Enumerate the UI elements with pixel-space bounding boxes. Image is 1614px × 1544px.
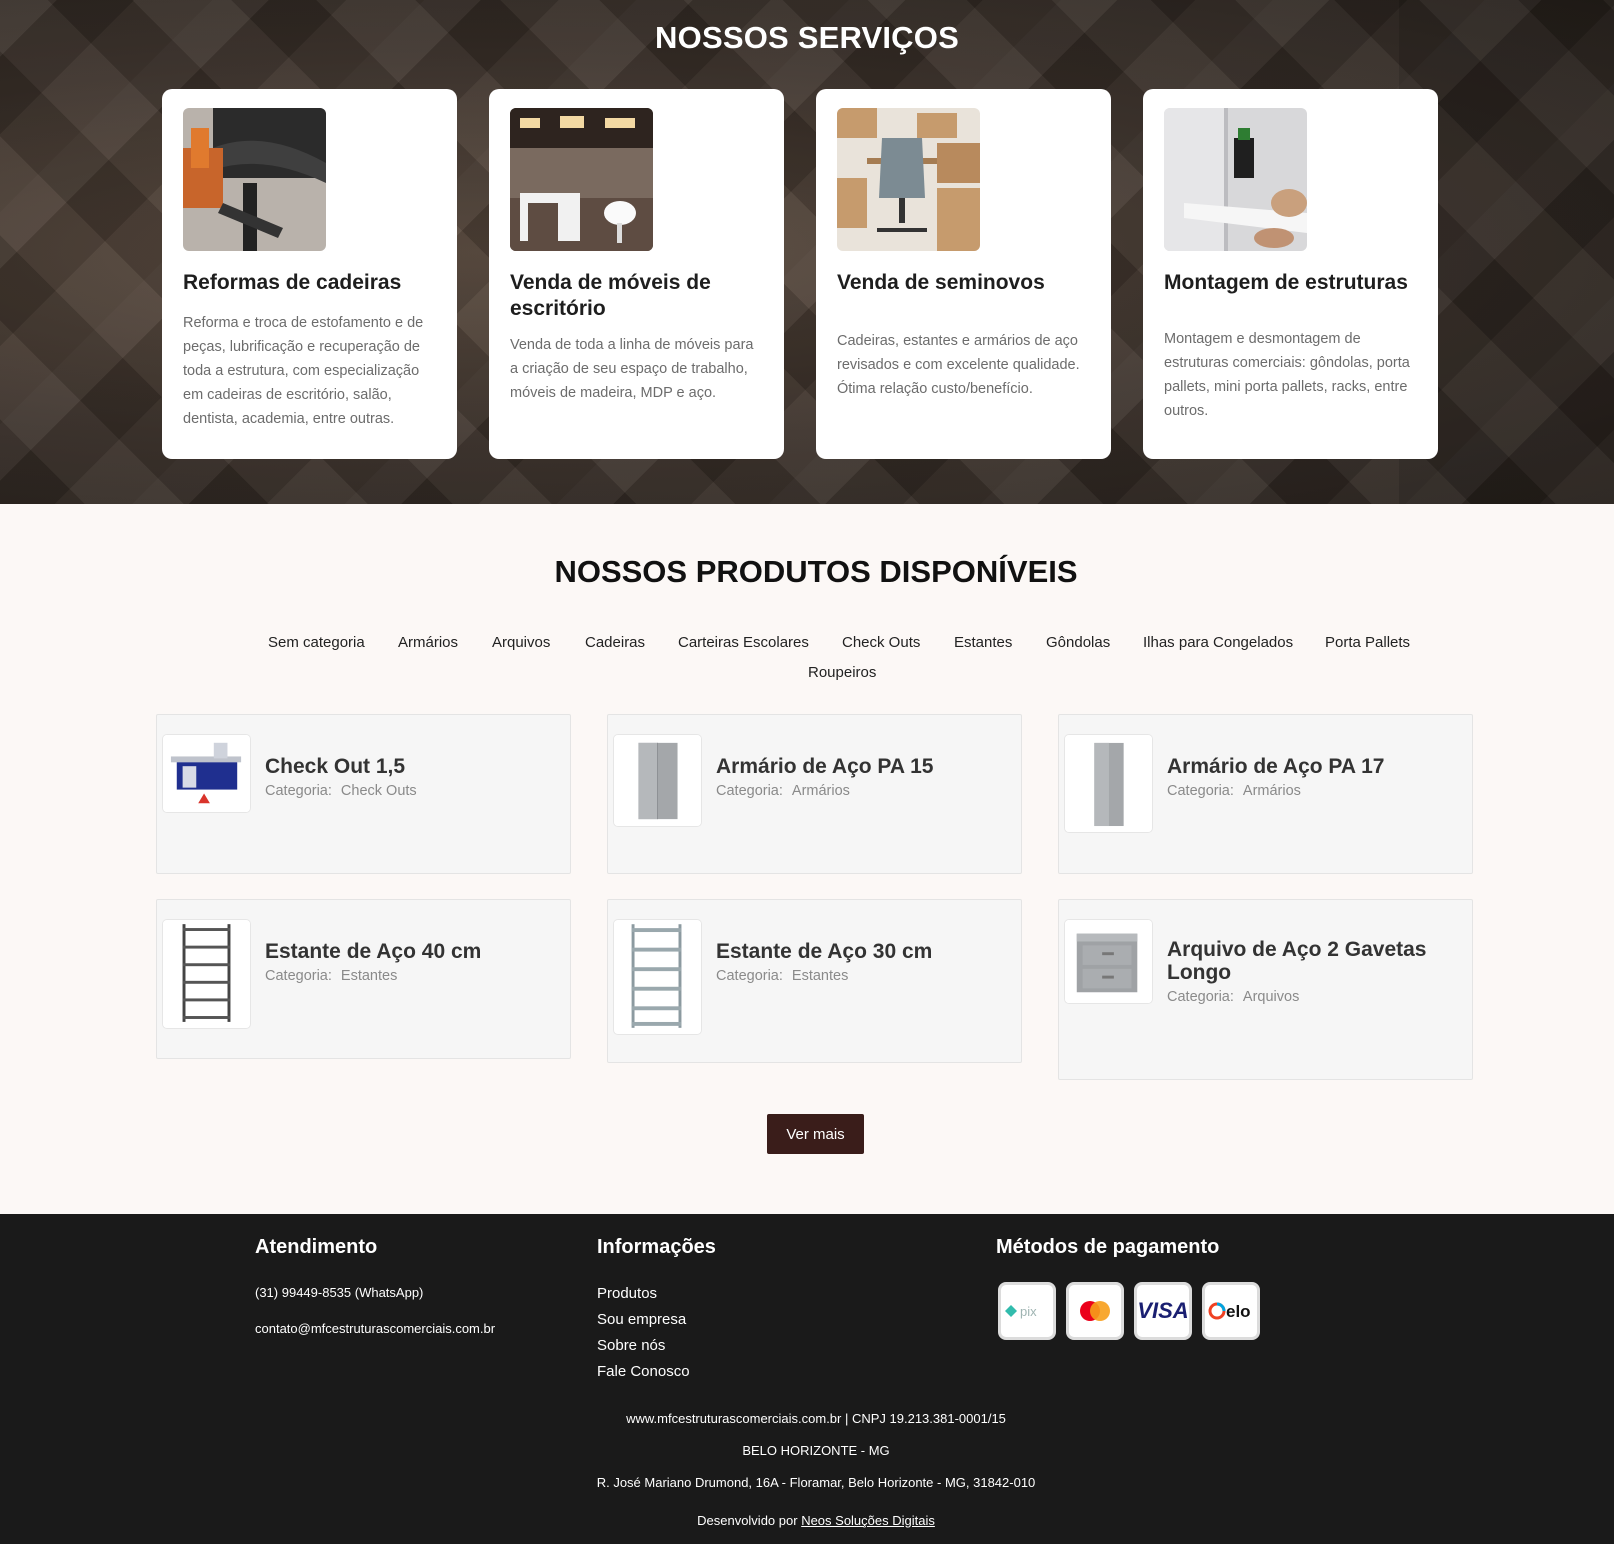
product-category: Categoria: Estantes <box>265 968 397 984</box>
product-category: Categoria: Arquivos <box>1167 989 1299 1005</box>
footer-city: BELO HORIZONTE - MG <box>742 1443 890 1458</box>
footer-link-produtos[interactable]: Produtos <box>597 1285 657 1302</box>
service-description: Reforma e troca de estofamento e de peça… <box>183 315 424 427</box>
svg-text:elo: elo <box>1226 1302 1251 1321</box>
estante-40-thumbnail <box>162 919 251 1029</box>
footer-informacoes-heading: Informações <box>597 1236 716 1258</box>
product-name: Estante de Aço 30 cm <box>716 940 933 963</box>
service-card-assembly: Montagem de estruturas Montagem e desmon… <box>1143 89 1438 459</box>
product-card-estante-40[interactable]: Estante de Aço 40 cm Categoria: Estantes <box>156 899 571 1059</box>
category-arquivos[interactable]: Arquivos <box>492 634 550 651</box>
service-title: Venda de seminovos <box>837 271 1045 294</box>
elo-icon: elo <box>1202 1282 1260 1340</box>
developer-prefix: Desenvolvido por <box>697 1513 798 1528</box>
pix-icon: pix <box>998 1282 1056 1340</box>
footer-address: R. José Mariano Drumond, 16A - Floramar,… <box>596 1475 1036 1490</box>
service-description: Cadeiras, estantes e armários de aço rev… <box>837 333 1080 397</box>
service-title: Montagem de estruturas <box>1164 271 1408 294</box>
category-value: Arquivos <box>1242 989 1300 1005</box>
category-cadeiras[interactable]: Cadeiras <box>585 634 645 651</box>
developer-link[interactable]: Neos Soluções Digitais <box>801 1513 935 1528</box>
category-label: Categoria: <box>716 783 783 799</box>
footer-atendimento-heading: Atendimento <box>255 1236 378 1258</box>
office-furniture-image <box>510 108 653 251</box>
footer-developer: Desenvolvido por Neos Soluções Digitais <box>0 1513 1614 1528</box>
seminovos-image <box>837 108 980 251</box>
product-category: Categoria: Estantes <box>716 968 848 984</box>
product-card-armario-pa15[interactable]: Armário de Aço PA 15 Categoria: Armários <box>607 714 1022 874</box>
services-heading: NOSSOS SERVIÇOS <box>655 20 959 55</box>
product-name: Armário de Aço PA 17 <box>1167 755 1385 778</box>
product-category: Categoria: Check Outs <box>265 783 417 799</box>
footer-link-fale-conosco[interactable]: Fale Conosco <box>597 1363 690 1380</box>
category-estantes[interactable]: Estantes <box>954 634 1012 651</box>
footer-site-cnpj: www.mfcestruturascomerciais.com.br | CNP… <box>626 1411 1006 1426</box>
product-name: Arquivo de Aço 2 Gavetas Longo <box>1167 938 1427 984</box>
category-porta-pallets[interactable]: Porta Pallets <box>1325 634 1410 651</box>
category-label: Categoria: <box>265 968 332 984</box>
product-name: Check Out 1,5 <box>265 755 406 778</box>
product-name: Estante de Aço 40 cm <box>265 940 482 963</box>
svg-text:pix: pix <box>1020 1304 1037 1319</box>
product-card-armario-pa17[interactable]: Armário de Aço PA 17 Categoria: Armários <box>1058 714 1473 874</box>
category-value: Armários <box>791 783 850 799</box>
category-ilhas-congelados[interactable]: Ilhas para Congelados <box>1143 634 1293 651</box>
footer-phone[interactable]: (31) 99449-8535 (WhatsApp) <box>255 1285 423 1300</box>
visa-icon: VISA <box>1134 1282 1192 1340</box>
products-section: NOSSOS PRODUTOS DISPONÍVEIS Sem categori… <box>0 504 1614 1214</box>
service-title: Reformas de cadeiras <box>183 271 402 294</box>
footer-pagamento-heading: Métodos de pagamento <box>996 1236 1220 1258</box>
category-label: Categoria: <box>1167 989 1234 1005</box>
footer-link-sou-empresa[interactable]: Sou empresa <box>597 1311 686 1328</box>
category-label: Categoria: <box>265 783 332 799</box>
service-title: Venda de móveis de escritório <box>510 271 711 320</box>
product-category: Categoria: Armários <box>716 783 850 799</box>
product-card-arquivo-2-gavetas[interactable]: Arquivo de Aço 2 Gavetas Longo Categoria… <box>1058 899 1473 1080</box>
product-card-check-out[interactable]: Check Out 1,5 Categoria: Check Outs <box>156 714 571 874</box>
service-description: Venda de toda a linha de móveis para a c… <box>510 337 754 401</box>
category-sem-categoria[interactable]: Sem categoria <box>268 634 365 651</box>
estante-30-thumbnail <box>613 919 702 1035</box>
chair-repair-image <box>183 108 326 251</box>
category-label: Categoria: <box>716 968 783 984</box>
category-carteiras-escolares[interactable]: Carteiras Escolares <box>678 634 809 651</box>
assembly-image <box>1164 108 1307 251</box>
product-name: Armário de Aço PA 15 <box>716 755 934 778</box>
product-category: Categoria: Armários <box>1167 783 1301 799</box>
service-card-office-furniture: Venda de móveis de escritório Venda de t… <box>489 89 784 459</box>
category-value: Estantes <box>340 968 398 984</box>
service-description: Montagem e desmontagem de estruturas com… <box>1164 331 1410 419</box>
check-out-thumbnail <box>162 734 251 813</box>
product-card-estante-30[interactable]: Estante de Aço 30 cm Categoria: Estantes <box>607 899 1022 1063</box>
category-check-outs[interactable]: Check Outs <box>842 634 920 651</box>
arquivo-thumbnail <box>1064 919 1153 1004</box>
footer-email[interactable]: contato@mfcestruturascomerciais.com.br <box>255 1321 495 1336</box>
category-value: Estantes <box>791 968 849 984</box>
category-armarios[interactable]: Armários <box>398 634 458 651</box>
footer-link-sobre-nos[interactable]: Sobre nós <box>597 1337 665 1354</box>
mastercard-icon <box>1066 1282 1124 1340</box>
category-value: Check Outs <box>340 783 417 799</box>
service-card-chair-repair: Reformas de cadeiras Reforma e troca de … <box>162 89 457 459</box>
service-card-seminovos: Venda de seminovos Cadeiras, estantes e … <box>816 89 1111 459</box>
armario-pa15-thumbnail <box>613 734 702 827</box>
category-value: Armários <box>1242 783 1301 799</box>
category-label: Categoria: <box>1167 783 1234 799</box>
ver-mais-button[interactable]: Ver mais <box>767 1114 864 1154</box>
armario-pa17-thumbnail <box>1064 734 1153 833</box>
category-gondolas[interactable]: Gôndolas <box>1046 634 1110 651</box>
footer: Atendimento (31) 99449-8535 (WhatsApp) c… <box>0 1214 1614 1544</box>
services-section: NOSSOS SERVIÇOS Reformas de cadeiras Ref… <box>0 0 1614 504</box>
products-heading: NOSSOS PRODUTOS DISPONÍVEIS <box>554 554 1078 589</box>
category-roupeiros[interactable]: Roupeiros <box>808 664 876 681</box>
